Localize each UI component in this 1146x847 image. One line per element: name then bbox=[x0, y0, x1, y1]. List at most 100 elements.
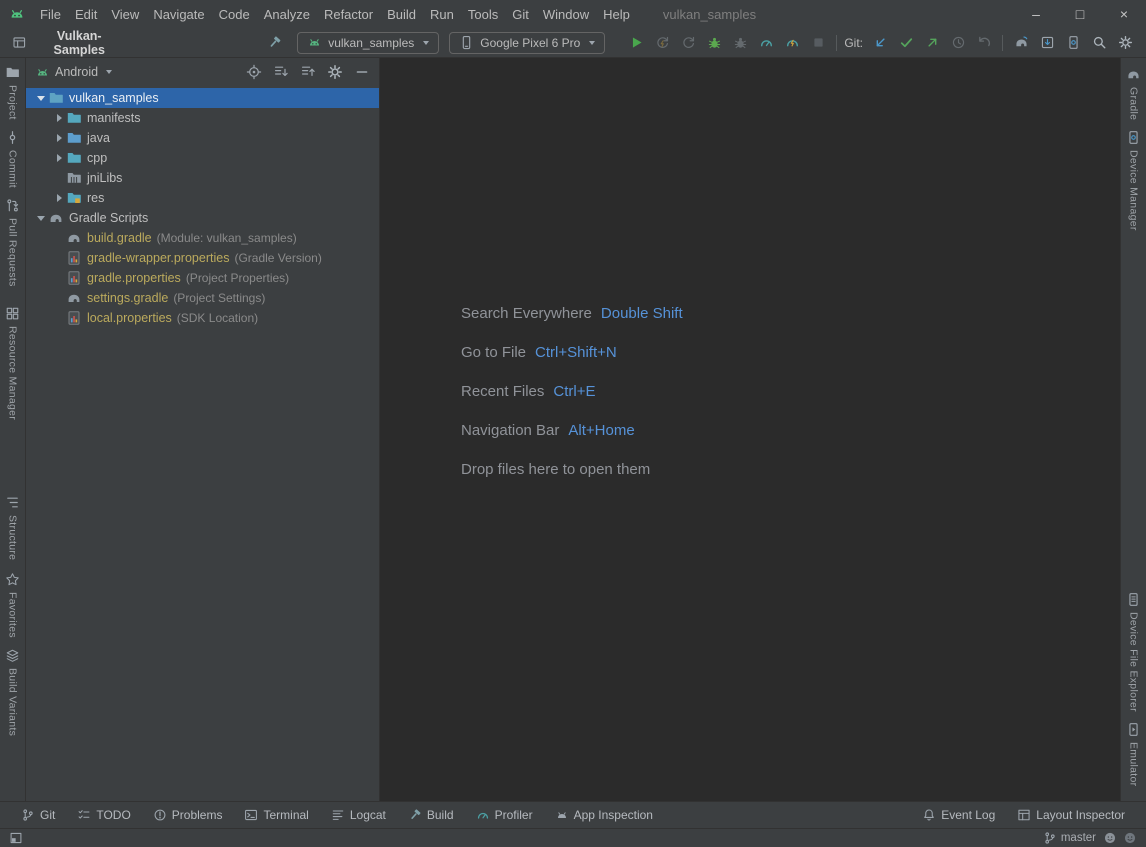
minimize-icon[interactable]: – bbox=[1014, 0, 1058, 28]
tree-item-gradle-scripts[interactable]: Gradle Scripts bbox=[26, 208, 379, 228]
menu-file[interactable]: File bbox=[33, 4, 68, 25]
debug-button[interactable] bbox=[701, 31, 727, 55]
tool-window-button-event-log[interactable]: Event Log bbox=[911, 802, 1006, 828]
tree-chevron-icon[interactable] bbox=[52, 268, 66, 288]
menu-build[interactable]: Build bbox=[380, 4, 423, 25]
tool-window-button-git[interactable]: Git bbox=[10, 802, 66, 828]
menu-analyze[interactable]: Analyze bbox=[257, 4, 317, 25]
menu-refactor[interactable]: Refactor bbox=[317, 4, 380, 25]
tree-item-manifests[interactable]: manifests bbox=[26, 108, 379, 128]
update-project-button[interactable] bbox=[867, 31, 893, 55]
maximize-icon[interactable]: □ bbox=[1058, 0, 1102, 28]
tool-stripe-build-variants[interactable]: Build Variants bbox=[5, 643, 20, 741]
settings-gear-button[interactable] bbox=[1112, 31, 1138, 55]
tool-stripe-project[interactable]: Project bbox=[5, 60, 20, 125]
tool-stripe-emulator[interactable]: Emulator bbox=[1126, 717, 1141, 791]
android-studio-window: FileEditViewNavigateCodeAnalyzeRefactorB… bbox=[0, 0, 1146, 847]
editor-area[interactable]: Search Everywhere Double Shift Go to Fil… bbox=[380, 58, 1120, 801]
close-icon[interactable]: × bbox=[1102, 0, 1146, 28]
tool-stripe-structure[interactable]: Structure bbox=[5, 490, 20, 565]
sdk-manager-button[interactable] bbox=[1034, 31, 1060, 55]
tool-stripe-commit[interactable]: Commit bbox=[5, 125, 20, 193]
project-view-selector[interactable]: Android bbox=[55, 65, 98, 79]
rollback-button[interactable] bbox=[971, 31, 997, 55]
tool-window-button-logcat[interactable]: Logcat bbox=[320, 802, 397, 828]
menu-view[interactable]: View bbox=[104, 4, 146, 25]
tree-chevron-icon[interactable] bbox=[52, 128, 66, 148]
tree-item-gradle-properties[interactable]: gradle.properties (Project Properties) bbox=[26, 268, 379, 288]
tree-chevron-icon[interactable] bbox=[52, 168, 66, 188]
run-button[interactable] bbox=[623, 31, 649, 55]
project-widget-button[interactable]: Vulkan-Samples bbox=[8, 27, 130, 59]
tree-chevron-icon[interactable] bbox=[52, 308, 66, 328]
tool-window-button-build[interactable]: Build bbox=[397, 802, 465, 828]
profiler-button[interactable] bbox=[753, 31, 779, 55]
tool-stripe-favorites[interactable]: Favorites bbox=[5, 567, 20, 643]
tool-stripe-device-file-explorer[interactable]: Device File Explorer bbox=[1126, 587, 1141, 717]
tree-chevron-icon[interactable] bbox=[52, 228, 66, 248]
tool-stripe-resource-manager[interactable]: Resource Manager bbox=[5, 301, 20, 425]
tool-window-button-label: App Inspection bbox=[574, 808, 653, 822]
toolwindow-toggle-icon[interactable] bbox=[9, 831, 23, 845]
menu-code[interactable]: Code bbox=[212, 4, 257, 25]
profile-low-overhead-button[interactable] bbox=[779, 31, 805, 55]
tree-item-local-properties[interactable]: local.properties (SDK Location) bbox=[26, 308, 379, 328]
gradle-icon bbox=[48, 210, 64, 226]
search-everywhere-button[interactable] bbox=[1086, 31, 1112, 55]
device-manager-button[interactable] bbox=[1060, 31, 1086, 55]
menu-tools[interactable]: Tools bbox=[461, 4, 505, 25]
apply-code-changes-button[interactable] bbox=[675, 31, 701, 55]
menu-edit[interactable]: Edit bbox=[68, 4, 104, 25]
tree-item-build-gradle[interactable]: build.gradle (Module: vulkan_samples) bbox=[26, 228, 379, 248]
tool-window-button-problems[interactable]: Problems bbox=[142, 802, 234, 828]
tool-stripe-pull-requests[interactable]: Pull Requests bbox=[5, 193, 20, 292]
attach-debugger-button[interactable] bbox=[727, 31, 753, 55]
tree-item-annotation: (Project Properties) bbox=[186, 271, 289, 285]
menu-git[interactable]: Git bbox=[505, 4, 536, 25]
tree-item-vulkan-samples[interactable]: vulkan_samples bbox=[26, 88, 379, 108]
tree-item-gradle-wrapper-properties[interactable]: gradle-wrapper.properties (Gradle Versio… bbox=[26, 248, 379, 268]
tree-chevron-icon[interactable] bbox=[34, 88, 48, 108]
collapse-all-icon[interactable] bbox=[300, 64, 316, 80]
tool-window-button-app-inspection[interactable]: App Inspection bbox=[544, 802, 664, 828]
project-window-icon bbox=[12, 35, 27, 50]
push-button[interactable] bbox=[919, 31, 945, 55]
settings-gear-icon[interactable] bbox=[327, 64, 343, 80]
tool-window-button-terminal[interactable]: Terminal bbox=[233, 802, 319, 828]
tree-chevron-icon[interactable] bbox=[52, 248, 66, 268]
git-branch-widget[interactable]: master bbox=[1043, 831, 1096, 845]
tree-item-label: cpp bbox=[87, 151, 107, 165]
tree-chevron-icon[interactable] bbox=[52, 188, 66, 208]
menu-help[interactable]: Help bbox=[596, 4, 637, 25]
commit-changes-button[interactable] bbox=[893, 31, 919, 55]
tree-chevron-icon[interactable] bbox=[52, 108, 66, 128]
tool-stripe-gradle[interactable]: Gradle bbox=[1126, 62, 1141, 125]
tree-item-cpp[interactable]: cpp bbox=[26, 148, 379, 168]
tree-chevron-icon[interactable] bbox=[52, 288, 66, 308]
menu-navigate[interactable]: Navigate bbox=[146, 4, 211, 25]
tree-chevron-icon[interactable] bbox=[52, 148, 66, 168]
select-opened-file-icon[interactable] bbox=[246, 64, 262, 80]
expand-all-icon[interactable] bbox=[273, 64, 289, 80]
tree-item-jnilibs[interactable]: jniLibs bbox=[26, 168, 379, 188]
build-project-button[interactable] bbox=[262, 31, 287, 55]
tool-window-button-profiler[interactable]: Profiler bbox=[465, 802, 544, 828]
history-button[interactable] bbox=[945, 31, 971, 55]
tool-window-button-todo[interactable]: TODO bbox=[66, 802, 141, 828]
tool-window-button-layout-inspector[interactable]: Layout Inspector bbox=[1006, 802, 1136, 828]
ide-smiley-icon[interactable] bbox=[1103, 831, 1117, 845]
menu-window[interactable]: Window bbox=[536, 4, 596, 25]
tool-stripe-device-manager[interactable]: Device Manager bbox=[1126, 125, 1141, 236]
apply-changes-button[interactable] bbox=[649, 31, 675, 55]
tree-item-res[interactable]: res bbox=[26, 188, 379, 208]
ide-smiley-dark-icon[interactable] bbox=[1123, 831, 1137, 845]
hide-icon[interactable] bbox=[354, 64, 370, 80]
gradle-sync-button[interactable] bbox=[1008, 31, 1034, 55]
menu-run[interactable]: Run bbox=[423, 4, 461, 25]
device-selector[interactable]: Google Pixel 6 Pro bbox=[449, 32, 605, 54]
tree-item-settings-gradle[interactable]: settings.gradle (Project Settings) bbox=[26, 288, 379, 308]
stop-button[interactable] bbox=[805, 31, 831, 55]
run-configuration-selector[interactable]: vulkan_samples bbox=[297, 32, 439, 54]
tree-chevron-icon[interactable] bbox=[34, 208, 48, 228]
tree-item-java[interactable]: java bbox=[26, 128, 379, 148]
